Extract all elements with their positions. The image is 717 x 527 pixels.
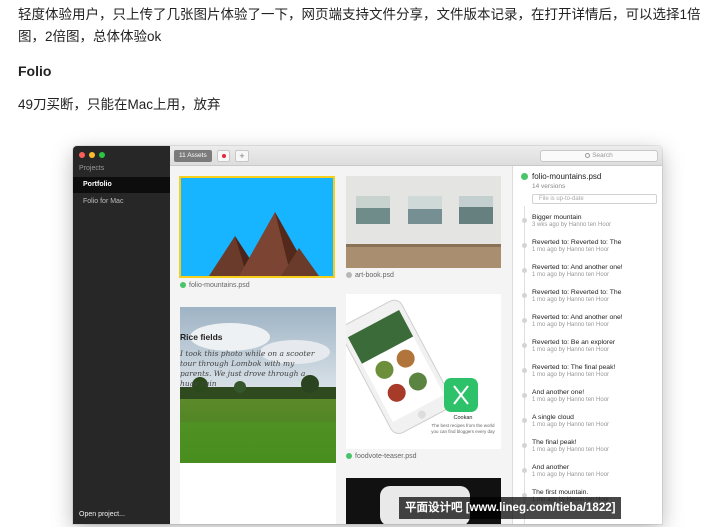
version-entry[interactable]: Reverted to: Reverted to: The 1 mo ago by… — [532, 289, 657, 303]
rice-fields-title: Rice fields — [180, 332, 223, 342]
close-window-button[interactable] — [79, 152, 85, 158]
synced-status-icon — [346, 453, 352, 459]
search-icon — [585, 153, 591, 158]
sidebar: Projects Portfolio Folio for Mac Open pr… — [73, 146, 170, 524]
version-node — [522, 218, 527, 223]
foodvote-tagline: The best recipes from the world you can … — [431, 423, 495, 434]
version-node — [522, 293, 527, 298]
version-count: 14 versions — [532, 183, 566, 190]
version-entry[interactable]: Reverted to: Be an explorer 1 mo ago by H… — [532, 339, 657, 353]
version-entry[interactable]: The final peak! 1 mo ago by Hanno ten Hoo… — [532, 439, 657, 453]
verdict-paragraph: 49刀买断，只能在Mac上用，放弃 — [18, 97, 221, 112]
projects-section-label: Projects — [79, 165, 105, 172]
version-node — [522, 243, 527, 248]
version-entry[interactable]: Reverted to: And another one! 1 mo ago by… — [532, 314, 657, 328]
sidebar-item-portfolio[interactable]: Portfolio — [73, 177, 170, 193]
minimize-window-button[interactable] — [89, 152, 95, 158]
version-node — [522, 443, 527, 448]
search-placeholder: Search — [592, 152, 613, 159]
version-node — [522, 368, 527, 373]
pending-status-icon — [346, 272, 352, 278]
asset-thumbnail-foodvote-teaser[interactable]: Cookan The best recipes from the world y… — [346, 294, 501, 449]
version-entry[interactable]: And another one! 1 mo ago by Hanno ten Ho… — [532, 389, 657, 403]
asset-thumbnail-folio-mountains[interactable] — [179, 176, 335, 278]
asset-grid: folio-mountains.psd art-book.psd Rice fi… — [170, 166, 512, 524]
version-node — [522, 468, 527, 473]
version-node — [522, 393, 527, 398]
foodvote-app-name: Cookan — [453, 415, 473, 421]
version-entry[interactable]: And another 1 mo ago by Hanno ten Hoor — [532, 464, 657, 478]
intro-paragraph: 轻度体验用户，只上传了几张图片体验了一下，网页端支持文件分享，文件版本记录，在打… — [18, 7, 701, 44]
version-file-name: folio-mountains.psd — [532, 172, 602, 181]
version-entry[interactable]: Reverted to: And another one! 1 mo ago by… — [532, 264, 657, 278]
version-node — [522, 418, 527, 423]
synced-status-icon — [180, 282, 186, 288]
flag-filter-button[interactable] — [217, 150, 230, 162]
rice-fields-description: I took this photo while on a scooter tou… — [180, 349, 315, 388]
toolbar: 11 Assets + Search — [170, 146, 662, 166]
open-project-button[interactable]: Open project... — [79, 511, 125, 518]
window-controls — [79, 152, 105, 158]
section-heading: Folio — [18, 63, 52, 79]
assets-tab[interactable]: 11 Assets — [174, 150, 212, 162]
version-timeline — [524, 206, 525, 524]
mountains-illustration — [209, 212, 319, 276]
version-entry[interactable]: A single cloud 1 mo ago by Hanno ten Hoor — [532, 414, 657, 428]
sidebar-item-folio-for-mac[interactable]: Folio for Mac — [73, 194, 170, 210]
version-entry[interactable]: Reverted to: Reverted to: The 1 mo ago by… — [532, 239, 657, 253]
asset-thumbnail-art-book[interactable] — [346, 176, 501, 268]
version-node — [522, 318, 527, 323]
version-node — [522, 268, 527, 273]
version-node — [522, 343, 527, 348]
gallery-wall-photo — [346, 176, 501, 268]
watermark-banner: 平面设计吧 [www.lineg.com/tieba/1822] — [399, 497, 622, 519]
version-history-panel: folio-mountains.psd 14 versions File is … — [512, 166, 662, 524]
asset-label: art-book.psd — [346, 272, 394, 279]
search-input[interactable]: Search — [540, 150, 658, 162]
red-dot-icon — [222, 154, 226, 158]
folio-app-screenshot: Projects Portfolio Folio for Mac Open pr… — [73, 146, 662, 524]
version-entry[interactable]: Reverted to: The final peak! 1 mo ago by … — [532, 364, 657, 378]
asset-label: foodvote-teaser.psd — [346, 453, 417, 460]
add-tab-button[interactable]: + — [235, 150, 249, 162]
version-entry[interactable]: Bigger mountain 3 wks ago by Hanno ten Ho… — [532, 214, 657, 228]
file-status-field: File is up-to-date — [532, 194, 657, 204]
zoom-window-button[interactable] — [99, 152, 105, 158]
asset-label: folio-mountains.psd — [180, 282, 250, 289]
synced-status-icon — [521, 173, 528, 180]
